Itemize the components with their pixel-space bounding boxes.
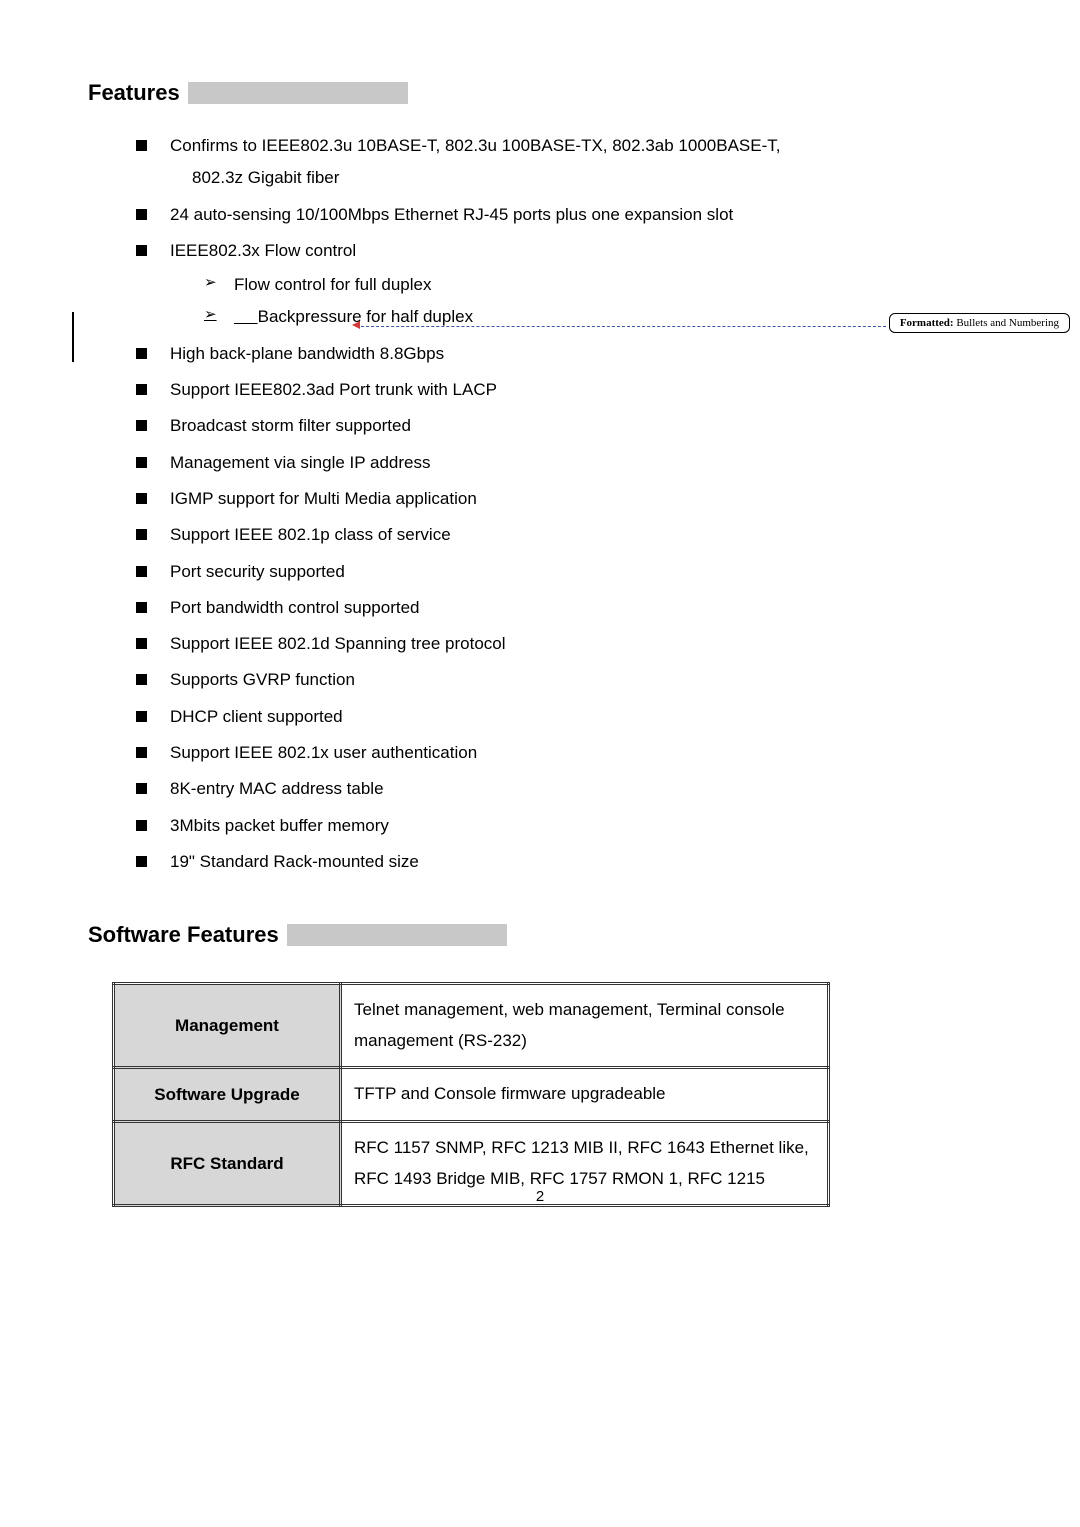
heading-decoration	[188, 82, 408, 104]
list-item-text: Support IEEE 802.1d Spanning tree protoc…	[170, 634, 506, 653]
list-item: Support IEEE 802.1p class of service	[136, 519, 992, 551]
list-item-text: High back-plane bandwidth 8.8Gbps	[170, 344, 444, 363]
comment-balloon: Formatted: Bullets and Numbering	[889, 313, 1070, 333]
arrow-icon: ➢	[204, 269, 217, 298]
sublist-item: ➢ Flow control for full duplex	[204, 269, 992, 301]
flow-control-sublist: ➢ Flow control for full duplex ➢ Backpre…	[204, 269, 992, 334]
software-features-heading: Software Features	[88, 922, 992, 948]
features-list: Confirms to IEEE802.3u 10BASE-T, 802.3u …	[136, 130, 992, 878]
revision-mark	[72, 312, 74, 340]
arrow-icon: ➢	[204, 301, 217, 330]
list-item-continuation: 802.3z Gigabit fiber	[192, 162, 992, 194]
comment-label: Formatted:	[900, 317, 954, 329]
list-item: IEEE802.3x Flow control ➢ Flow control f…	[136, 235, 992, 334]
list-item: Supports GVRP function	[136, 664, 992, 696]
list-item-text: IEEE802.3x Flow control	[170, 241, 356, 260]
list-item: Support IEEE802.3ad Port trunk with LACP	[136, 374, 992, 406]
heading-decoration	[287, 924, 507, 946]
comment-text: Bullets and Numbering	[954, 317, 1059, 329]
list-item-text: Management via single IP address	[170, 453, 431, 472]
sublist-item-text: Backpressure for half duplex	[258, 307, 473, 326]
list-item-text: 3Mbits packet buffer memory	[170, 816, 389, 835]
edit-underline	[234, 307, 258, 326]
list-item: 3Mbits packet buffer memory	[136, 810, 992, 842]
table-row: Software Upgrade TFTP and Console firmwa…	[114, 1068, 829, 1122]
list-item: Port bandwidth control supported	[136, 592, 992, 624]
features-heading-text: Features	[88, 80, 180, 106]
list-item: High back-plane bandwidth 8.8Gbps	[136, 338, 992, 370]
table-row: Management Telnet management, web manage…	[114, 984, 829, 1068]
list-item: Broadcast storm filter supported	[136, 410, 992, 442]
list-item-text: Port security supported	[170, 562, 345, 581]
list-item-text: 8K-entry MAC address table	[170, 779, 384, 798]
list-item-text: DHCP client supported	[170, 707, 343, 726]
table-header-cell: Management	[114, 984, 341, 1068]
list-item-text: IGMP support for Multi Media application	[170, 489, 477, 508]
list-item: Support IEEE 802.1d Spanning tree protoc…	[136, 628, 992, 660]
table-header-cell: Software Upgrade	[114, 1068, 341, 1122]
list-item: DHCP client supported	[136, 701, 992, 733]
list-item-text: Support IEEE 802.1x user authentication	[170, 743, 477, 762]
list-item-text: 24 auto-sensing 10/100Mbps Ethernet RJ-4…	[170, 205, 733, 224]
revision-mark	[72, 340, 74, 362]
sublist-item-edited: ➢ Backpressure for half duplex	[204, 301, 992, 333]
comment-arrow-icon	[352, 321, 360, 329]
list-item: 8K-entry MAC address table	[136, 773, 992, 805]
list-item: Confirms to IEEE802.3u 10BASE-T, 802.3u …	[136, 130, 992, 195]
software-features-table: Management Telnet management, web manage…	[112, 982, 830, 1207]
list-item: 24 auto-sensing 10/100Mbps Ethernet RJ-4…	[136, 199, 992, 231]
software-features-heading-text: Software Features	[88, 922, 279, 948]
page-number: 2	[0, 1188, 1080, 1205]
list-item-text: Supports GVRP function	[170, 670, 355, 689]
list-item-text: Support IEEE802.3ad Port trunk with LACP	[170, 380, 497, 399]
list-item: IGMP support for Multi Media application	[136, 483, 992, 515]
comment-leader-line	[356, 326, 886, 327]
list-item-text: Port bandwidth control supported	[170, 598, 420, 617]
features-heading: Features	[88, 80, 992, 106]
list-item-text: Support IEEE 802.1p class of service	[170, 525, 451, 544]
list-item-text: Broadcast storm filter supported	[170, 416, 411, 435]
list-item: Support IEEE 802.1x user authentication	[136, 737, 992, 769]
table-value-cell: TFTP and Console firmware upgradeable	[341, 1068, 829, 1122]
list-item-text: 19" Standard Rack-mounted size	[170, 852, 419, 871]
list-item: Port security supported	[136, 556, 992, 588]
sublist-item-text: Flow control for full duplex	[234, 275, 431, 294]
list-item-text: Confirms to IEEE802.3u 10BASE-T, 802.3u …	[170, 136, 780, 155]
list-item: Management via single IP address	[136, 447, 992, 479]
table-value-cell: Telnet management, web management, Termi…	[341, 984, 829, 1068]
list-item: 19" Standard Rack-mounted size	[136, 846, 992, 878]
